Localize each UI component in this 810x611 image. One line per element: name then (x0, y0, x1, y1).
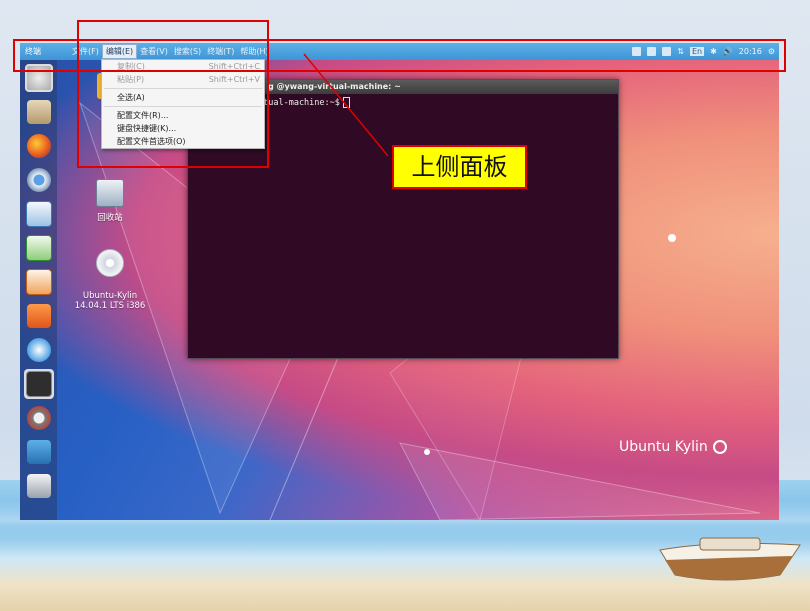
firefox-icon[interactable] (24, 131, 54, 161)
chromium-icon[interactable] (24, 165, 54, 195)
terminal-icon[interactable] (23, 369, 54, 399)
text-cursor (342, 97, 350, 108)
impress-icon[interactable] (24, 267, 54, 297)
scanner-icon[interactable] (24, 471, 54, 501)
desktop-icon-trash[interactable]: 回收站 (70, 179, 150, 223)
desktop-icon-dvd[interactable]: Ubuntu-Kylin 14.04.1 LTS i386 (70, 239, 150, 311)
ubuntu-logo-icon (712, 440, 727, 454)
desktop-icon-label: 回收站 (97, 213, 123, 223)
writer-icon[interactable] (24, 199, 54, 229)
calc-icon[interactable] (24, 233, 54, 263)
kylin-assistant-icon[interactable] (24, 335, 54, 365)
youker-icon[interactable] (24, 437, 54, 467)
software-center-icon[interactable] (24, 301, 54, 331)
system-settings-icon[interactable] (24, 403, 54, 433)
desktop-icon-label: Ubuntu-Kylin 14.04.1 LTS i386 (74, 291, 146, 311)
launcher (20, 60, 57, 520)
file-manager-icon[interactable] (24, 97, 54, 127)
annotation-callout: 上侧面板 (392, 145, 527, 189)
terminal-prompt: rtual-machine:~$ (258, 98, 340, 108)
ubuntu-kylin-brand: Ubuntu Kylin (619, 439, 727, 455)
disc-icon (96, 249, 124, 277)
boat-decoration (659, 537, 801, 581)
brand-text: Ubuntu Kylin (619, 439, 708, 455)
annotation-box-menu (77, 20, 269, 168)
trash-icon (96, 179, 124, 207)
